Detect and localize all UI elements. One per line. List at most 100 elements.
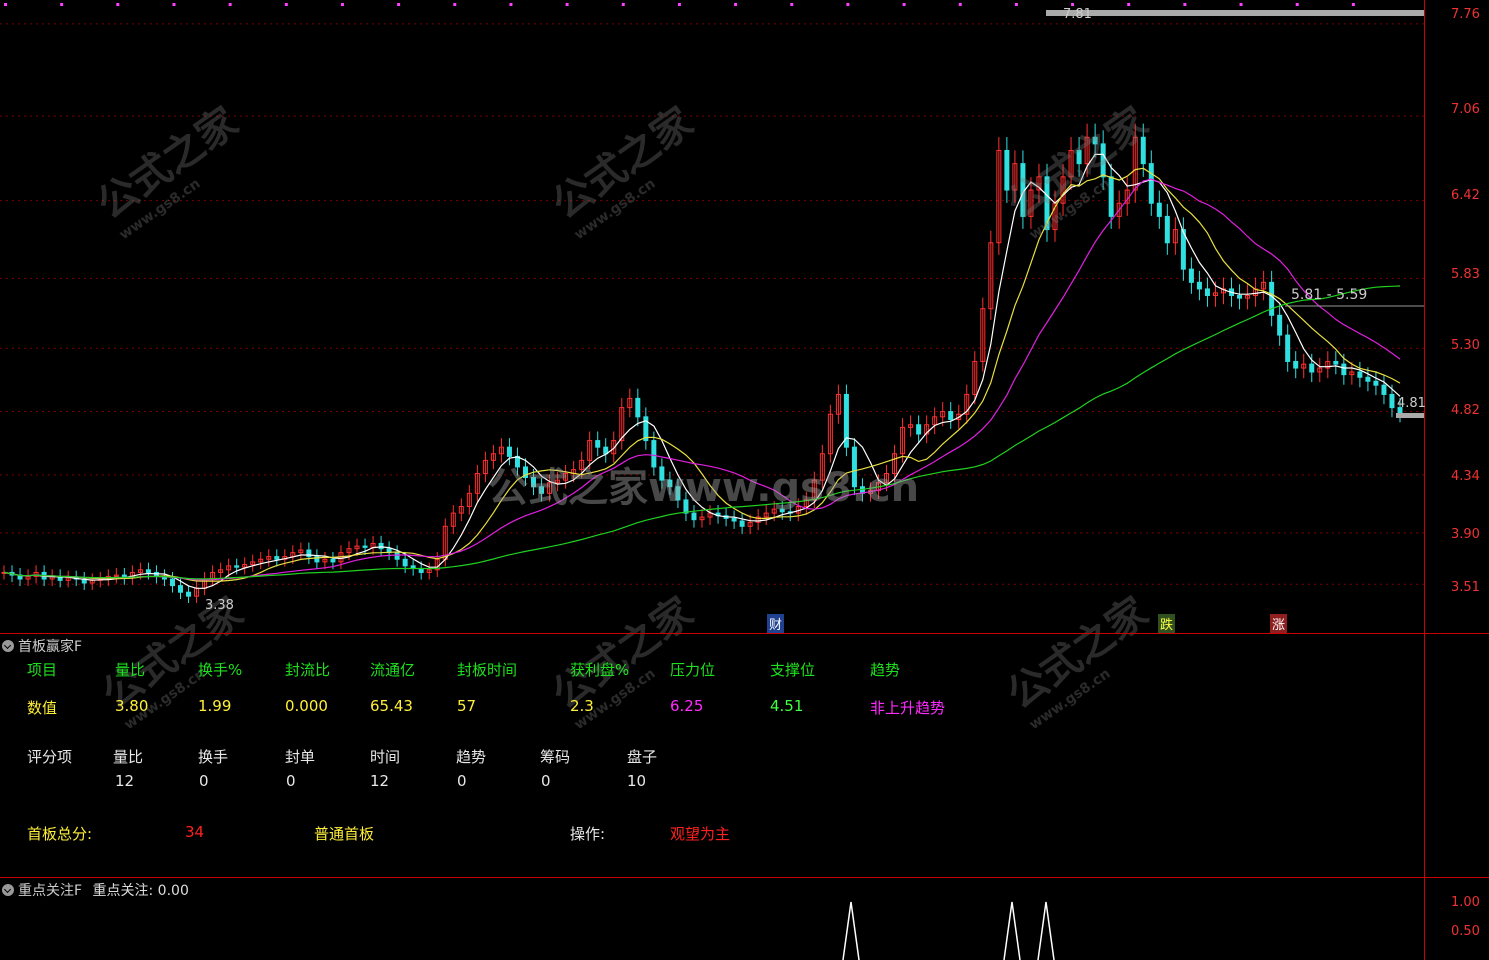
- marker-zhang[interactable]: 涨: [1270, 614, 1288, 633]
- score-header: 封单: [285, 748, 316, 766]
- signal-dot: [1014, 3, 1018, 6]
- value-cell: 57: [457, 697, 477, 715]
- panel-separator: [0, 633, 1489, 634]
- price-tick: 3.90: [1451, 527, 1480, 542]
- candle-body: [1269, 281, 1275, 316]
- price-tick: 5.30: [1451, 338, 1480, 353]
- value-cell: 非上升趋势: [870, 699, 946, 717]
- signal-dot: [397, 3, 401, 6]
- candle-body: [178, 585, 184, 593]
- value-cell: 6.25: [670, 697, 704, 715]
- candle-body: [1381, 384, 1387, 395]
- candle-body: [739, 520, 745, 527]
- candle-body: [1293, 360, 1299, 369]
- candle-body: [1357, 371, 1363, 378]
- candle-body: [362, 545, 368, 548]
- signal-dot: [509, 3, 513, 6]
- price-chart[interactable]: [0, 0, 1489, 633]
- candle-body: [274, 556, 280, 560]
- signal-dot: [565, 3, 569, 6]
- price-axis-line: [1424, 0, 1425, 960]
- score-value: 0: [199, 772, 209, 790]
- header-cell: 流通亿: [370, 661, 416, 679]
- signal-dot: [677, 3, 681, 6]
- candle-body: [1204, 288, 1210, 297]
- marker-cai[interactable]: 财: [767, 614, 785, 633]
- candle-body: [1333, 360, 1339, 365]
- score-header: 筹码: [540, 748, 571, 766]
- high-price-label: 7.81: [1063, 7, 1092, 22]
- header-cell: 封流比: [285, 661, 331, 679]
- score-header: 趋势: [456, 748, 487, 766]
- panel2-tick: 0.50: [1451, 924, 1480, 939]
- low-price-label: 3.38: [205, 598, 234, 613]
- price-tick: 7.06: [1451, 102, 1480, 117]
- signal-dot: [790, 3, 794, 6]
- signal-dot: [1239, 3, 1243, 6]
- signal-dot: [621, 3, 625, 6]
- candle-body: [1309, 363, 1315, 373]
- panel2-tick: 1.00: [1451, 895, 1480, 910]
- header-cell: 获利盘%: [570, 661, 630, 679]
- watermark-main: 公式之家www.gs8.cn: [488, 465, 920, 511]
- score-header: 时间: [370, 748, 401, 766]
- candle-body: [1389, 393, 1395, 409]
- score-header: 盘子: [627, 748, 658, 766]
- candle-body: [1373, 380, 1379, 386]
- score-value: 10: [627, 772, 647, 790]
- candle-body: [635, 397, 641, 418]
- signal-dot: [340, 3, 344, 6]
- signal-dot: [453, 3, 457, 6]
- header-cell: 换手%: [198, 661, 243, 679]
- score-header: 换手: [198, 748, 229, 766]
- signal-dot: [734, 3, 738, 6]
- range-label: 5.81 - 5.59: [1291, 287, 1368, 303]
- high-marker-bar: [1046, 10, 1424, 16]
- candle-body: [330, 558, 336, 563]
- signal-dot: [228, 3, 232, 6]
- signal-dot: [1183, 3, 1187, 6]
- candle-body: [186, 591, 192, 597]
- panel1-header[interactable]: 首板赢家F: [2, 636, 82, 656]
- value-cell: 1.99: [198, 697, 232, 715]
- header-cell: 封板时间: [457, 661, 518, 679]
- price-tick: 3.51: [1451, 580, 1480, 595]
- signal-chart[interactable]: [0, 878, 1424, 960]
- candle-body: [402, 558, 408, 567]
- value-cell: 3.80: [115, 697, 149, 715]
- signal-spike: [842, 901, 860, 960]
- marker-die[interactable]: 跌: [1158, 614, 1176, 633]
- signal-dot: [116, 3, 120, 6]
- collapse-icon[interactable]: [2, 640, 14, 652]
- candle-body: [691, 512, 697, 521]
- board-type: 普通首板: [314, 825, 375, 843]
- candle-body: [378, 542, 384, 550]
- candle-body: [1156, 202, 1162, 217]
- score-value: 0: [457, 772, 467, 790]
- price-tick: 5.83: [1451, 267, 1480, 282]
- candle-body: [394, 552, 400, 560]
- score-value: 0: [541, 772, 551, 790]
- value-cell: 2.3: [570, 697, 594, 715]
- signal-dot: [1295, 3, 1299, 6]
- header-cell: 支撑位: [770, 661, 816, 679]
- candle-body: [595, 440, 601, 448]
- candle-body: [169, 578, 175, 587]
- signal-dot: [958, 3, 962, 6]
- signal-dot: [1351, 3, 1355, 6]
- price-tick: 7.76: [1451, 7, 1480, 22]
- value-cell: 数值: [27, 699, 58, 717]
- signal-dot: [284, 3, 288, 6]
- candle-body: [1341, 363, 1347, 376]
- operation-value: 观望为主: [670, 825, 731, 843]
- candle-body: [1277, 314, 1283, 336]
- score-value: 0: [286, 772, 296, 790]
- ma-line-60: [3, 285, 1401, 580]
- candle-body: [1365, 376, 1371, 382]
- candle-body: [916, 424, 922, 435]
- total-score-value: 34: [185, 823, 205, 841]
- signal-dot: [4, 3, 7, 6]
- panel1-title: 首板赢家F: [18, 639, 83, 655]
- score-header: 评分项: [27, 748, 73, 766]
- signal-dot: [60, 3, 64, 6]
